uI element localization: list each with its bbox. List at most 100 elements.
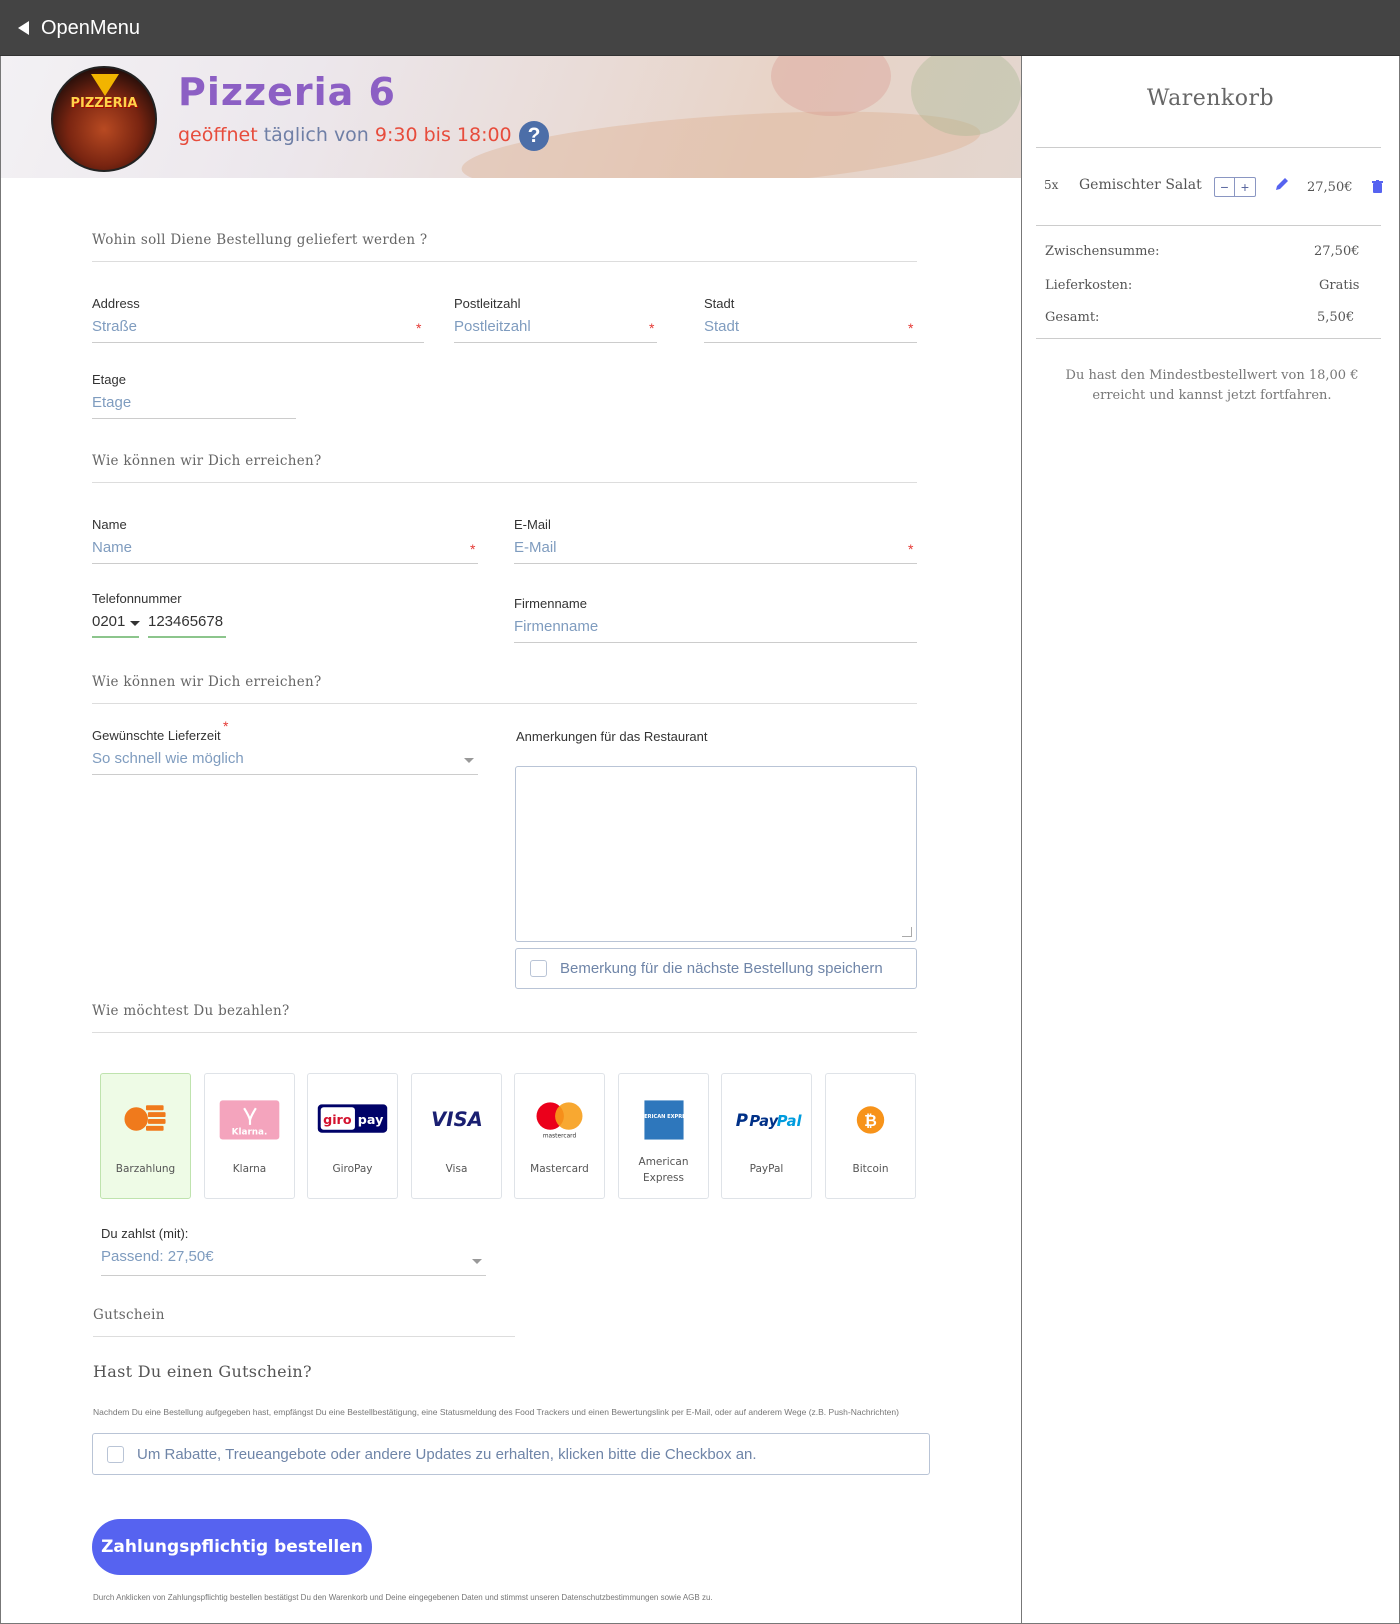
order-info-text: Nachdem Du eine Bestellung aufgegeben ha… (93, 1407, 899, 1417)
company-label: Firmenname (514, 596, 587, 611)
restaurant-name: Pizzeria 6 (178, 70, 396, 114)
giropay-logo-text: pay (358, 1112, 384, 1127)
delivery-time-select[interactable]: So schnell wie möglich (92, 750, 244, 767)
mastercard-logo-text: mastercard (543, 1134, 577, 1140)
company-input[interactable]: Firmenname (514, 618, 598, 635)
bitcoin-logo-text: ₿ (864, 1111, 877, 1130)
newsletter-label[interactable]: Um Rabatte, Treueangebote oder andere Up… (137, 1446, 757, 1463)
divider (1036, 225, 1381, 226)
payment-label: Mastercard (530, 1163, 589, 1175)
total-value: 5,50€ (1317, 310, 1355, 325)
cart-item-qty: 5x (1044, 178, 1059, 192)
app-title[interactable]: OpenMenu (41, 17, 140, 40)
increase-quantity-button[interactable]: + (1235, 178, 1255, 196)
cart-item-price: 27,50€ (1307, 180, 1353, 195)
paypal-logo-text: Pay (749, 1113, 779, 1130)
email-input[interactable]: E-Mail (514, 539, 557, 556)
city-underline (704, 342, 917, 343)
delivery-cost-value: Gratis (1319, 278, 1360, 293)
paypal-icon: P Pay Pal (736, 1111, 803, 1130)
phone-prefix-underline (92, 636, 139, 638)
paypal-logo-text: Pal (777, 1113, 803, 1130)
pizza-slice-icon (91, 74, 119, 96)
required-marker: * (416, 320, 422, 336)
phone-number-underline (148, 636, 226, 638)
payment-option-mastercard[interactable]: mastercard Mastercard (514, 1073, 605, 1199)
name-input[interactable]: Name (92, 539, 132, 556)
save-note-checkbox[interactable] (530, 960, 547, 977)
pay-with-select[interactable]: Passend: 27,50€ (101, 1248, 214, 1265)
cash-icon (124, 1105, 166, 1131)
floor-input[interactable]: Etage (92, 394, 131, 411)
name-underline (92, 563, 478, 564)
hours-range: 9:30 bis 18:00 (374, 124, 512, 146)
timing-section-title: Wie können wir Dich erreichen? (92, 674, 322, 690)
order-disclaimer: Durch Anklicken von Zahlungspflichtig be… (93, 1593, 713, 1602)
top-bar: OpenMenu (0, 0, 1400, 56)
divider (92, 1032, 917, 1033)
phone-prefix-select[interactable]: 0201 (92, 613, 125, 630)
header-background (771, 56, 891, 116)
contact-section-title: Wie können wir Dich erreichen? (92, 453, 322, 469)
address-underline (92, 342, 424, 343)
klarna-icon: Klarna. (219, 1100, 280, 1140)
zip-underline (454, 342, 657, 343)
open-status: geöffnet (178, 124, 258, 146)
city-label: Stadt (704, 296, 735, 311)
required-marker: * (649, 320, 655, 336)
save-note-option[interactable]: Bemerkung für die nächste Bestellung spe… (515, 948, 917, 989)
payment-option-amex[interactable]: AMERICAN EXPRESS American Express (618, 1073, 709, 1199)
city-input[interactable]: Stadt (704, 318, 739, 335)
payment-option-giropay[interactable]: giro pay GiroPay (307, 1073, 398, 1199)
back-arrow-icon[interactable] (18, 21, 29, 35)
notes-label: Anmerkungen für das Restaurant (516, 729, 708, 744)
resize-handle[interactable] (902, 927, 912, 937)
decrease-quantity-button[interactable]: − (1215, 178, 1235, 196)
payment-label: American Express (638, 1156, 689, 1184)
payment-option-klarna[interactable]: Klarna. Klarna (204, 1073, 295, 1199)
voucher-section-title: Gutschein (93, 1307, 165, 1323)
notes-textarea[interactable] (515, 766, 917, 942)
floor-label: Etage (92, 372, 126, 387)
address-input[interactable]: Straße (92, 318, 137, 335)
chevron-down-icon[interactable] (472, 1259, 482, 1264)
payment-label: Barzahlung (115, 1163, 176, 1175)
payment-label: PayPal (749, 1163, 784, 1175)
chevron-down-icon[interactable] (464, 758, 474, 763)
save-note-label[interactable]: Bemerkung für die nächste Bestellung spe… (560, 960, 883, 977)
newsletter-checkbox[interactable] (107, 1446, 124, 1463)
pencil-icon[interactable] (1274, 176, 1290, 192)
subtotal-value: 27,50€ (1314, 244, 1360, 259)
newsletter-option[interactable]: Um Rabatte, Treueangebote oder andere Up… (92, 1433, 930, 1475)
cart-panel: Warenkorb 5x Gemischter Salat − + 27,50€… (1022, 56, 1400, 1624)
trash-icon[interactable] (1372, 180, 1383, 193)
logo-text: PIZZERIA (70, 96, 138, 111)
payment-option-paypal[interactable]: P Pay Pal PayPal (721, 1073, 812, 1199)
voucher-question-link[interactable]: Hast Du einen Gutschein? (93, 1362, 312, 1381)
cart-title: Warenkorb (1146, 86, 1275, 111)
payment-option-visa[interactable]: VISA Visa (411, 1073, 502, 1199)
place-order-button[interactable]: Zahlungspflichtig bestellen (92, 1519, 372, 1575)
opening-hours: geöffnet täglich von 9:30 bis 18:00 (178, 124, 512, 146)
checkout-form: PIZZERIA Pizzeria 6 geöffnet täglich von… (0, 56, 1022, 1624)
subtotal-label: Zwischensumme: (1045, 244, 1160, 259)
zip-label: Postleitzahl (454, 296, 521, 311)
delivery-section-title: Wohin soll Diene Bestellung geliefert we… (92, 232, 428, 248)
email-label: E-Mail (514, 517, 551, 532)
payment-label: Klarna (232, 1163, 267, 1175)
help-icon[interactable]: ? (519, 121, 549, 151)
zip-input[interactable]: Postleitzahl (454, 318, 531, 335)
required-marker: * (470, 541, 476, 557)
payment-label: Bitcoin (852, 1163, 889, 1175)
amex-icon: AMERICAN EXPRESS (635, 1100, 693, 1140)
chevron-down-icon[interactable] (130, 621, 140, 626)
divider (93, 1336, 515, 1337)
phone-label: Telefonnummer (92, 591, 182, 606)
phone-number-input[interactable]: 123465678 (148, 613, 223, 630)
floor-underline (92, 418, 296, 419)
payment-option-cash[interactable]: Barzahlung (100, 1073, 191, 1199)
payment-option-bitcoin[interactable]: ₿ Bitcoin (825, 1073, 916, 1199)
mastercard-icon: mastercard (536, 1102, 583, 1140)
divider (1036, 338, 1381, 339)
restaurant-header: PIZZERIA Pizzeria 6 geöffnet täglich von… (1, 56, 1021, 178)
